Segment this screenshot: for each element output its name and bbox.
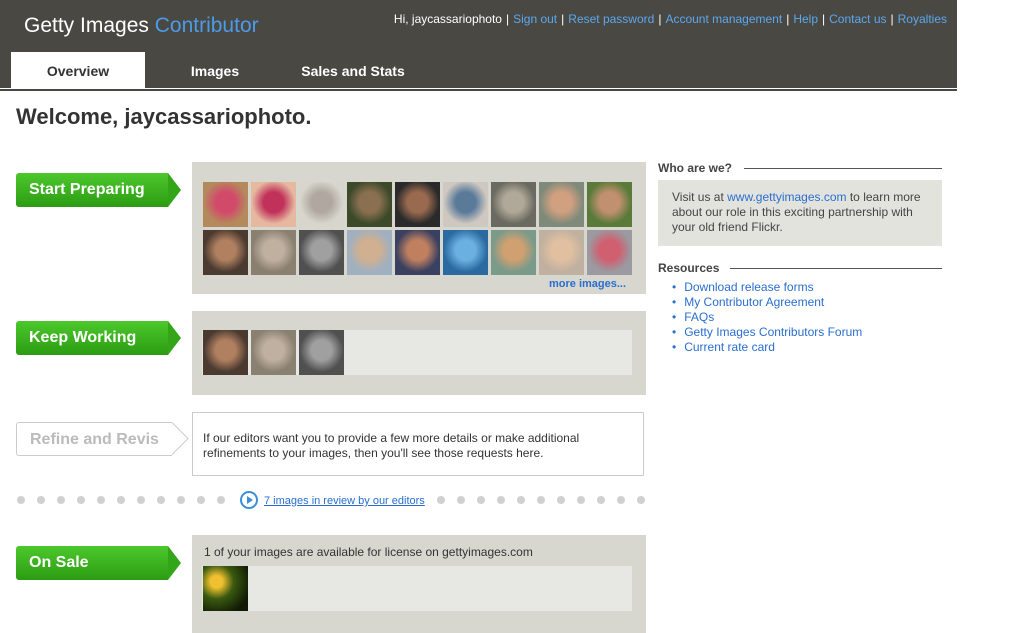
start-preparing-thumbnail[interactable] <box>251 182 296 227</box>
progress-dot <box>617 496 625 504</box>
more-images-link[interactable]: more images... <box>549 278 626 290</box>
on-sale-thumbnail[interactable] <box>203 566 248 611</box>
royalties-link[interactable]: Royalties <box>898 12 947 26</box>
reset-password-link[interactable]: Reset password <box>568 12 654 26</box>
progress-dot <box>97 496 105 504</box>
logo-accent: Contributor <box>154 14 259 37</box>
start-preparing-thumbnail[interactable] <box>443 182 488 227</box>
start-preparing-thumbnail[interactable] <box>395 230 440 275</box>
stage-refine-and-revise[interactable]: Refine and Revise <box>16 422 172 456</box>
progress-dot <box>197 496 205 504</box>
resource-faqs[interactable]: FAQs <box>672 310 862 325</box>
stage-keep-working[interactable]: Keep Working <box>16 321 181 355</box>
start-preparing-thumbnail[interactable] <box>299 230 344 275</box>
progress-dot <box>557 496 565 504</box>
start-preparing-thumbnail[interactable] <box>251 230 296 275</box>
resource-download-release-forms[interactable]: Download release forms <box>672 280 862 295</box>
progress-dot <box>457 496 465 504</box>
page-title: Welcome, jaycassariophoto. <box>16 104 312 129</box>
header-divider <box>0 89 957 91</box>
who-are-we-box: Visit us at www.gettyimages.com to learn… <box>658 180 942 246</box>
start-preparing-thumbnail[interactable] <box>491 182 536 227</box>
progress-dot <box>477 496 485 504</box>
tab-images[interactable]: Images <box>170 52 260 88</box>
progress-dot <box>517 496 525 504</box>
tab-overview[interactable]: Overview <box>11 52 145 88</box>
progress-dot <box>17 496 25 504</box>
progress-dot <box>57 496 65 504</box>
start-preparing-thumbnail[interactable] <box>587 230 632 275</box>
progress-dot <box>637 496 645 504</box>
resource-contributors-forum[interactable]: Getty Images Contributors Forum <box>672 325 862 340</box>
progress-dot <box>577 496 585 504</box>
progress-dot <box>177 496 185 504</box>
progress-dot <box>117 496 125 504</box>
account-links: Hi, jaycassariophoto | Sign out | Reset pass… <box>393 12 947 26</box>
resources-list: Download release forms My Contributor Ag… <box>672 280 862 355</box>
gettyimages-link[interactable]: www.gettyimages.com <box>727 190 846 204</box>
start-preparing-thumbnail[interactable] <box>203 230 248 275</box>
on-sale-strip <box>202 566 632 611</box>
sign-out-link[interactable]: Sign out <box>513 12 557 26</box>
progress-dot <box>217 496 225 504</box>
start-preparing-thumbnail[interactable] <box>395 182 440 227</box>
keep-working-thumbnail[interactable] <box>203 330 248 375</box>
images-in-review-link[interactable]: 7 images in review by our editors <box>264 495 425 507</box>
refine-and-revise-panel: If our editors want you to provide a few… <box>192 412 644 476</box>
resources-rule <box>730 268 942 269</box>
progress-dot <box>157 496 165 504</box>
start-preparing-thumbnail[interactable] <box>203 182 248 227</box>
progress-dot <box>537 496 545 504</box>
progress-dot <box>37 496 45 504</box>
greeting: Hi, jaycassariophoto <box>393 12 502 26</box>
progress-dot <box>77 496 85 504</box>
stage-on-sale[interactable]: On Sale <box>16 546 181 580</box>
start-preparing-thumbnail[interactable] <box>443 230 488 275</box>
who-are-we-heading: Who are we? <box>658 161 733 175</box>
progress-dot <box>437 496 445 504</box>
start-preparing-thumbnail[interactable] <box>299 182 344 227</box>
progress-dot <box>597 496 605 504</box>
stage-start-preparing[interactable]: Start Preparing <box>16 173 181 207</box>
logo-main: Getty Images <box>24 14 149 37</box>
account-management-link[interactable]: Account management <box>665 12 782 26</box>
start-preparing-thumbnail[interactable] <box>347 230 392 275</box>
keep-working-thumbnail[interactable] <box>251 330 296 375</box>
progress-dot <box>497 496 505 504</box>
contact-us-link[interactable]: Contact us <box>829 12 886 26</box>
refine-and-revise-text: If our editors want you to provide a few… <box>203 431 580 460</box>
on-sale-text: 1 of your images are available for licen… <box>204 545 533 559</box>
keep-working-thumbnail[interactable] <box>299 330 344 375</box>
resources-heading: Resources <box>658 261 720 275</box>
start-preparing-thumbnail[interactable] <box>539 230 584 275</box>
start-preparing-thumbnail[interactable] <box>347 182 392 227</box>
start-preparing-thumbnail[interactable] <box>491 230 536 275</box>
resource-current-rate-card[interactable]: Current rate card <box>672 340 862 355</box>
start-preparing-thumbnail[interactable] <box>587 182 632 227</box>
help-link[interactable]: Help <box>793 12 818 26</box>
progress-dot <box>137 496 145 504</box>
play-icon[interactable] <box>240 491 258 509</box>
logo[interactable]: Getty Images Contributor <box>24 14 259 38</box>
who-are-we-rule <box>744 168 942 169</box>
start-preparing-thumbnail[interactable] <box>539 182 584 227</box>
resource-contributor-agreement[interactable]: My Contributor Agreement <box>672 295 862 310</box>
who-prefix: Visit us at <box>672 190 728 204</box>
tab-sales-and-stats[interactable]: Sales and Stats <box>290 52 416 88</box>
